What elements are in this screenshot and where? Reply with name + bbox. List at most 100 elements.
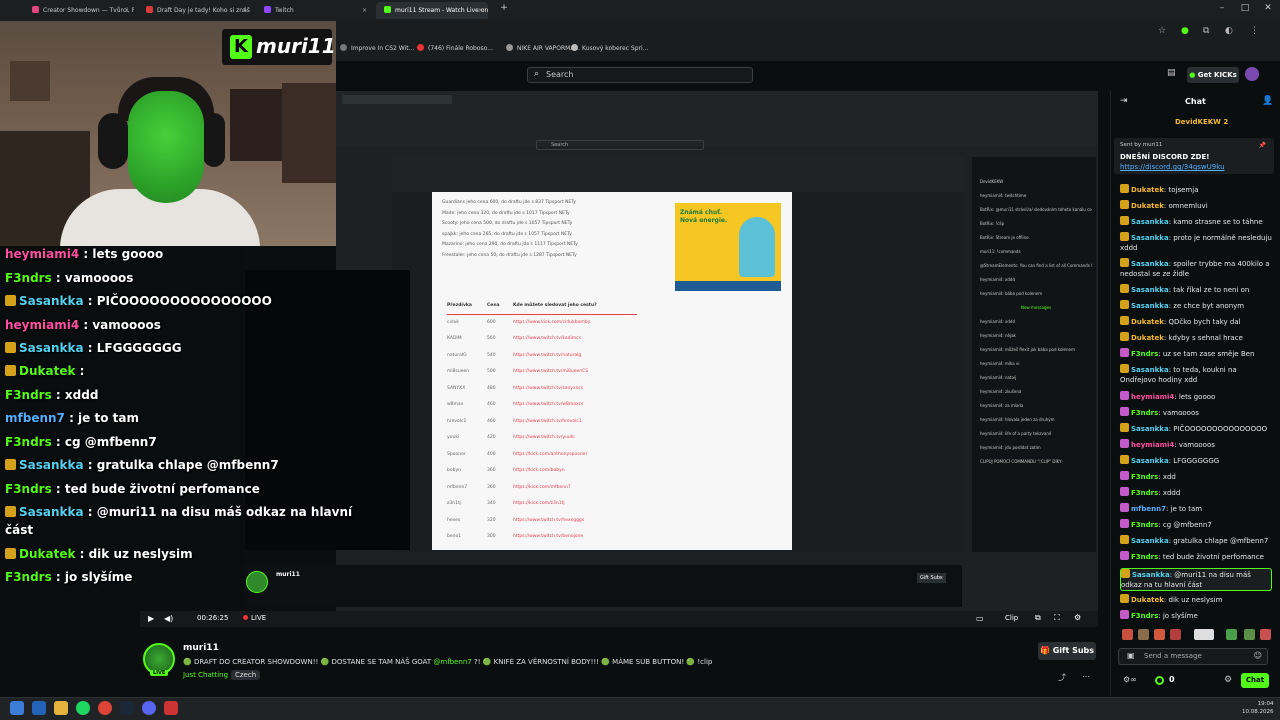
stream-link[interactable]: https://www.twitch.tv/naturalg (513, 348, 581, 365)
emote-icon[interactable] (1154, 629, 1165, 640)
channel-name[interactable]: muri11 (183, 643, 219, 653)
clip-button[interactable]: Clip (1005, 614, 1018, 622)
chat-username[interactable]: Sasankka (1131, 537, 1169, 545)
chat-username[interactable]: F3ndrs (1131, 553, 1158, 561)
fullscreen-icon[interactable]: ⛶ (1054, 613, 1060, 623)
chat-username[interactable]: Sasankka (1131, 286, 1169, 294)
chat-input[interactable]: ▣ Send a message ☺ (1118, 648, 1268, 665)
chrome-icon[interactable] (98, 701, 112, 715)
stream-link[interactable]: https://kick.com/z3n1tj (513, 496, 565, 513)
stream-title-mention[interactable]: @mfbenn7 (433, 658, 471, 666)
chat-username[interactable]: Sasankka (1131, 302, 1169, 310)
chat-users-icon[interactable]: 👤 (1262, 96, 1273, 106)
pin-icon[interactable]: 📌 (1259, 142, 1266, 149)
close-tab-icon[interactable]: × (478, 2, 483, 19)
close-window-icon[interactable]: ✕ (1258, 3, 1278, 13)
bookmark-link[interactable]: (746) Finále Roboso... (417, 44, 493, 52)
bookmark-link[interactable]: Improve In CS2 Wit... (340, 44, 414, 52)
stream-link[interactable]: https://kick.com/bobyn (513, 463, 565, 480)
close-tab-icon[interactable]: × (124, 2, 129, 19)
collapse-chat-icon[interactable]: ⇥ (1120, 96, 1128, 106)
chat-username[interactable]: Sasankka (1131, 425, 1169, 433)
stream-link[interactable]: https://www.twitch.tv/hexxgggs (513, 513, 584, 530)
puzzle-icon[interactable]: ⧉ (1203, 26, 1209, 36)
minimize-icon[interactable]: – (1212, 3, 1232, 13)
menu-dots-icon[interactable]: ⋮ (1250, 26, 1259, 36)
bookmark-link[interactable]: Kusový koberec Spri... (571, 44, 648, 52)
emote-icon[interactable] (1260, 629, 1271, 640)
chat-settings-icon[interactable]: ⚙∞ (1123, 675, 1137, 684)
volume-icon[interactable]: ◀) (164, 614, 173, 623)
close-tab-icon[interactable]: × (362, 2, 367, 19)
language-tag[interactable]: Czech (231, 670, 261, 680)
pip-icon[interactable]: ⧉ (1035, 613, 1041, 623)
stream-link[interactable]: https://www.twitch.tv/hrevolc1 (513, 414, 582, 431)
app-icon[interactable] (32, 701, 46, 715)
chat-username[interactable]: mfbenn7 (1131, 505, 1166, 513)
chat-username[interactable]: Dukatek (1131, 596, 1164, 604)
chat-username[interactable]: Sasankka (1131, 366, 1169, 374)
send-chat-button[interactable]: Chat (1241, 673, 1269, 688)
chat-username[interactable]: Sasankka (1132, 571, 1170, 579)
stream-link[interactable]: https://www.twitch.tv/benojone (513, 529, 583, 546)
emote-icon[interactable] (1226, 629, 1237, 640)
app-icon[interactable] (164, 701, 178, 715)
chat-username[interactable]: F3ndrs (1131, 489, 1158, 497)
stream-link[interactable]: https://www.twitch.tv/mi8ueenCS (513, 364, 588, 381)
chat-username[interactable]: Dukatek (1131, 202, 1164, 210)
emote-icon[interactable] (1138, 629, 1149, 640)
stream-link[interactable]: https://www.twitch.tv/w8maxcs (513, 397, 583, 414)
chat-username[interactable]: F3ndrs (1131, 473, 1158, 481)
chat-username[interactable]: heymiami4 (1131, 393, 1174, 401)
stream-link[interactable]: https://kick.com/mfbenn7 (513, 480, 571, 497)
user-avatar[interactable] (1245, 67, 1259, 81)
gift-subs-button[interactable]: 🎁 Gift Subs (1038, 642, 1096, 660)
share-icon[interactable]: ⤴ (1058, 672, 1066, 683)
steam-icon[interactable] (120, 701, 134, 715)
chat-username[interactable]: Sasankka (1131, 234, 1169, 242)
stream-link[interactable]: https://www.kick.com/cidukbomby (513, 315, 590, 332)
settings-icon[interactable]: ⚙ (1074, 613, 1081, 622)
more-icon[interactable]: ⋯ (1082, 672, 1090, 681)
chat-username[interactable]: F3ndrs (1131, 521, 1158, 529)
play-icon[interactable]: ▶ (148, 614, 154, 623)
extension-icon[interactable]: ● (1181, 26, 1189, 36)
bookmark-link[interactable]: NIKE AIR VAPORMA... (506, 44, 580, 52)
browser-tab[interactable]: Twitch × (256, 2, 372, 19)
windows-start-icon[interactable] (10, 701, 24, 715)
emote-icon[interactable] (1170, 629, 1181, 640)
chat-username[interactable]: Sasankka (1131, 457, 1169, 465)
emote-icon[interactable] (1122, 629, 1133, 640)
points-icon[interactable] (1155, 676, 1164, 685)
browser-tab[interactable]: muri11 Stream - Watch Live on × (376, 2, 488, 19)
chat-username[interactable]: heymiami4 (1131, 441, 1174, 449)
chat-username[interactable]: Sasankka (1131, 260, 1169, 268)
chat-username[interactable]: F3ndrs (1131, 409, 1158, 417)
gear-icon[interactable]: ⚙ (1224, 675, 1232, 685)
close-tab-icon[interactable]: × (242, 2, 247, 19)
chat-username[interactable]: F3ndrs (1131, 612, 1158, 620)
emote-icon[interactable] (1244, 629, 1255, 640)
get-kicks-button[interactable]: ● Get KICKs (1187, 67, 1239, 83)
browser-tab[interactable]: Draft Day je tady! Koho si znáš × (138, 2, 252, 19)
emote-icon[interactable] (1194, 629, 1214, 640)
emoji-icon[interactable]: ☺ (1254, 651, 1262, 660)
category-link[interactable]: Just Chatting (183, 671, 228, 679)
profile-icon[interactable]: ◐ (1225, 26, 1233, 36)
stream-link[interactable]: https://www.twitch.tv/sanyxxcs (513, 381, 583, 398)
chat-username[interactable]: Dukatek (1131, 334, 1164, 342)
stream-link[interactable]: https://www.twitch.tv/yuuki (513, 430, 575, 447)
chat-username[interactable]: F3ndrs (1131, 350, 1158, 358)
chat-username[interactable]: Dukatek (1131, 318, 1164, 326)
theater-icon[interactable]: ▭ (976, 614, 984, 623)
spotify-icon[interactable] (76, 701, 90, 715)
channel-avatar[interactable]: LIVE (143, 643, 175, 676)
browser-tab[interactable]: Creator Showdown — Tvůrci, F × (24, 2, 134, 19)
maximize-icon[interactable]: □ (1235, 3, 1255, 13)
stream-link[interactable]: https://kick.com/anthonyspooner (513, 447, 587, 464)
pinned-link[interactable]: https://discord.gg/34gswU9ku (1120, 163, 1225, 171)
discord-icon[interactable] (142, 701, 156, 715)
star-icon[interactable]: ☆ (1158, 26, 1166, 36)
chat-username[interactable]: Dukatek (1131, 186, 1164, 194)
file-explorer-icon[interactable] (54, 701, 68, 715)
